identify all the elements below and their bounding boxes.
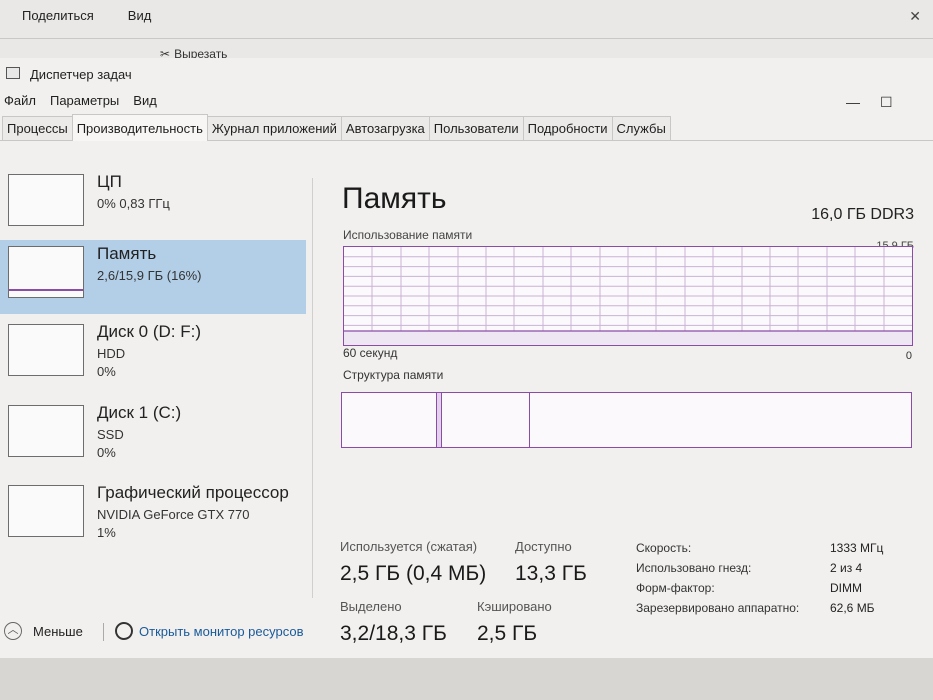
bg-menu-share[interactable]: Поделиться [22, 8, 94, 23]
memory-structure-bar [341, 392, 912, 448]
tab-app-history[interactable]: Журнал приложений [206, 116, 342, 140]
memory-thumbnail [8, 246, 84, 298]
window-title: Диспетчер задач [30, 67, 132, 82]
page-title: Память [342, 182, 447, 215]
pane-divider[interactable] [312, 178, 313, 598]
resource-disk-1[interactable]: Диск 1 (C:) SSD 0% [0, 399, 306, 473]
memory-panel: Память 16,0 ГБ DDR3 Использование памяти… [340, 178, 920, 645]
committed-label: Выделено [340, 599, 402, 614]
task-manager-icon [6, 67, 20, 79]
background-menu: Поделиться Вид [22, 8, 151, 23]
resource-name: Память [97, 244, 157, 263]
menu-view[interactable]: Вид [133, 93, 157, 108]
memory-type: 16,0 ГБ DDR3 [811, 206, 914, 223]
available-value: 13,3 ГБ [515, 562, 587, 585]
disk-1-thumbnail [8, 405, 84, 457]
resource-name: Графический процессор [97, 483, 289, 502]
tab-details[interactable]: Подробности [522, 116, 613, 140]
memory-usage-graph [343, 246, 913, 346]
form-factor-label: Форм-фактор: [636, 581, 715, 595]
title-bar: Диспетчер задач [0, 58, 933, 88]
segment-in-use[interactable] [342, 393, 437, 447]
resource-memory[interactable]: Память 2,6/15,9 ГБ (16%) [0, 240, 306, 314]
tab-startup[interactable]: Автозагрузка [340, 116, 430, 140]
gpu-thumbnail [8, 485, 84, 537]
resource-name: Диск 0 (D: F:) [97, 322, 202, 341]
resource-usage: 1% [97, 525, 116, 540]
minimize-icon[interactable]: — [846, 94, 860, 110]
tab-performance[interactable]: Производительность [71, 114, 208, 141]
resource-usage: 0% [97, 445, 116, 460]
in-use-label: Используется (сжатая) [340, 539, 478, 554]
reserved-label: Зарезервировано аппаратно: [636, 601, 800, 615]
resource-detail: 0% 0,83 ГГц [97, 196, 170, 211]
chevron-up-icon[interactable]: ︿ [4, 622, 22, 640]
tab-users[interactable]: Пользователи [428, 116, 524, 140]
resource-detail: HDD [97, 346, 126, 361]
task-manager-window: Диспетчер задач — ☐ Файл Параметры Вид П… [0, 58, 933, 658]
resource-disk-0[interactable]: Диск 0 (D: F:) HDD 0% [0, 318, 306, 392]
resource-list: ЦП 0% 0,83 ГГц Память 2,6/15,9 ГБ (16%) … [0, 168, 306, 608]
footer-separator [103, 623, 104, 641]
resource-name: Диск 1 (C:) [97, 403, 182, 422]
resource-gpu[interactable]: Графический процессор NVIDIA GeForce GTX… [0, 479, 306, 553]
form-factor-value: DIMM [830, 581, 862, 595]
menu-bar: Файл Параметры Вид [0, 88, 933, 112]
in-use-value: 2,5 ГБ (0,4 МБ) [340, 562, 487, 585]
segment-standby[interactable] [442, 393, 530, 447]
menu-options[interactable]: Параметры [50, 93, 119, 108]
resource-detail: SSD [97, 427, 124, 442]
zero-label: 0 [905, 350, 912, 362]
slots-value: 2 из 4 [830, 561, 863, 575]
tab-processes[interactable]: Процессы [2, 116, 73, 140]
resource-name: ЦП [97, 172, 122, 191]
footer: ︿ Меньше Открыть монитор ресурсов [0, 618, 933, 646]
speed-value: 1333 МГц [830, 541, 884, 555]
cached-label: Кэшировано [477, 599, 552, 614]
usage-label: Использование памяти [343, 228, 473, 242]
time-span-label: 60 секунд [343, 346, 398, 360]
fewer-details-button[interactable]: Меньше [33, 624, 83, 639]
menu-file[interactable]: Файл [4, 93, 36, 108]
resource-detail: NVIDIA GeForce GTX 770 [97, 507, 250, 522]
structure-label: Структура памяти [343, 368, 444, 382]
resource-monitor-icon[interactable] [115, 622, 133, 640]
maximize-icon[interactable]: ☐ [880, 94, 893, 111]
available-label: Доступно [515, 539, 572, 554]
tab-services[interactable]: Службы [611, 116, 671, 140]
reserved-value: 62,6 МБ [830, 601, 875, 615]
speed-label: Скорость: [636, 541, 692, 555]
disk-0-thumbnail [8, 324, 84, 376]
open-resource-monitor-link[interactable]: Открыть монитор ресурсов [139, 624, 303, 639]
resource-usage: 0% [97, 364, 116, 379]
tab-bar: Процессы Производительность Журнал прило… [0, 114, 933, 141]
resource-cpu[interactable]: ЦП 0% 0,83 ГГц [0, 168, 306, 242]
slots-label: Использовано гнезд: [636, 561, 752, 575]
resource-detail: 2,6/15,9 ГБ (16%) [97, 268, 202, 283]
cpu-thumbnail [8, 174, 84, 226]
bg-menu-view[interactable]: Вид [128, 8, 152, 23]
close-icon[interactable]: ✕ [909, 8, 921, 25]
usage-grid [344, 247, 912, 345]
